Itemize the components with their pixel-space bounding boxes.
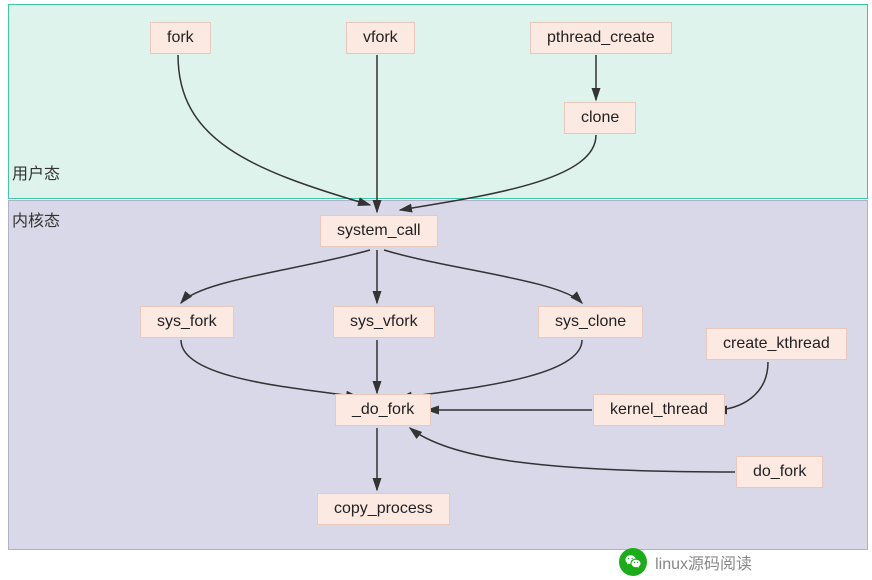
user-space-region	[8, 4, 868, 199]
user-space-label: 用户态	[12, 160, 60, 184]
kernel-space-label: 内核态	[12, 207, 60, 231]
node-vfork: vfork	[346, 22, 415, 54]
footer-text: linux源码阅读	[655, 550, 752, 574]
node-sys-vfork: sys_vfork	[333, 306, 435, 338]
node-create-kthread: create_kthread	[706, 328, 847, 360]
node-sys-fork: sys_fork	[140, 306, 234, 338]
node-do-fork: do_fork	[736, 456, 823, 488]
node-sys-clone: sys_clone	[538, 306, 643, 338]
node-copy-process: copy_process	[317, 493, 450, 525]
node-system-call: system_call	[320, 215, 438, 247]
node-do-fork-underscore: _do_fork	[335, 394, 431, 426]
footer: linux源码阅读	[619, 548, 752, 576]
node-kernel-thread: kernel_thread	[593, 394, 725, 426]
node-fork: fork	[150, 22, 211, 54]
node-pthread-create: pthread_create	[530, 22, 672, 54]
node-clone: clone	[564, 102, 636, 134]
wechat-icon	[619, 548, 647, 576]
